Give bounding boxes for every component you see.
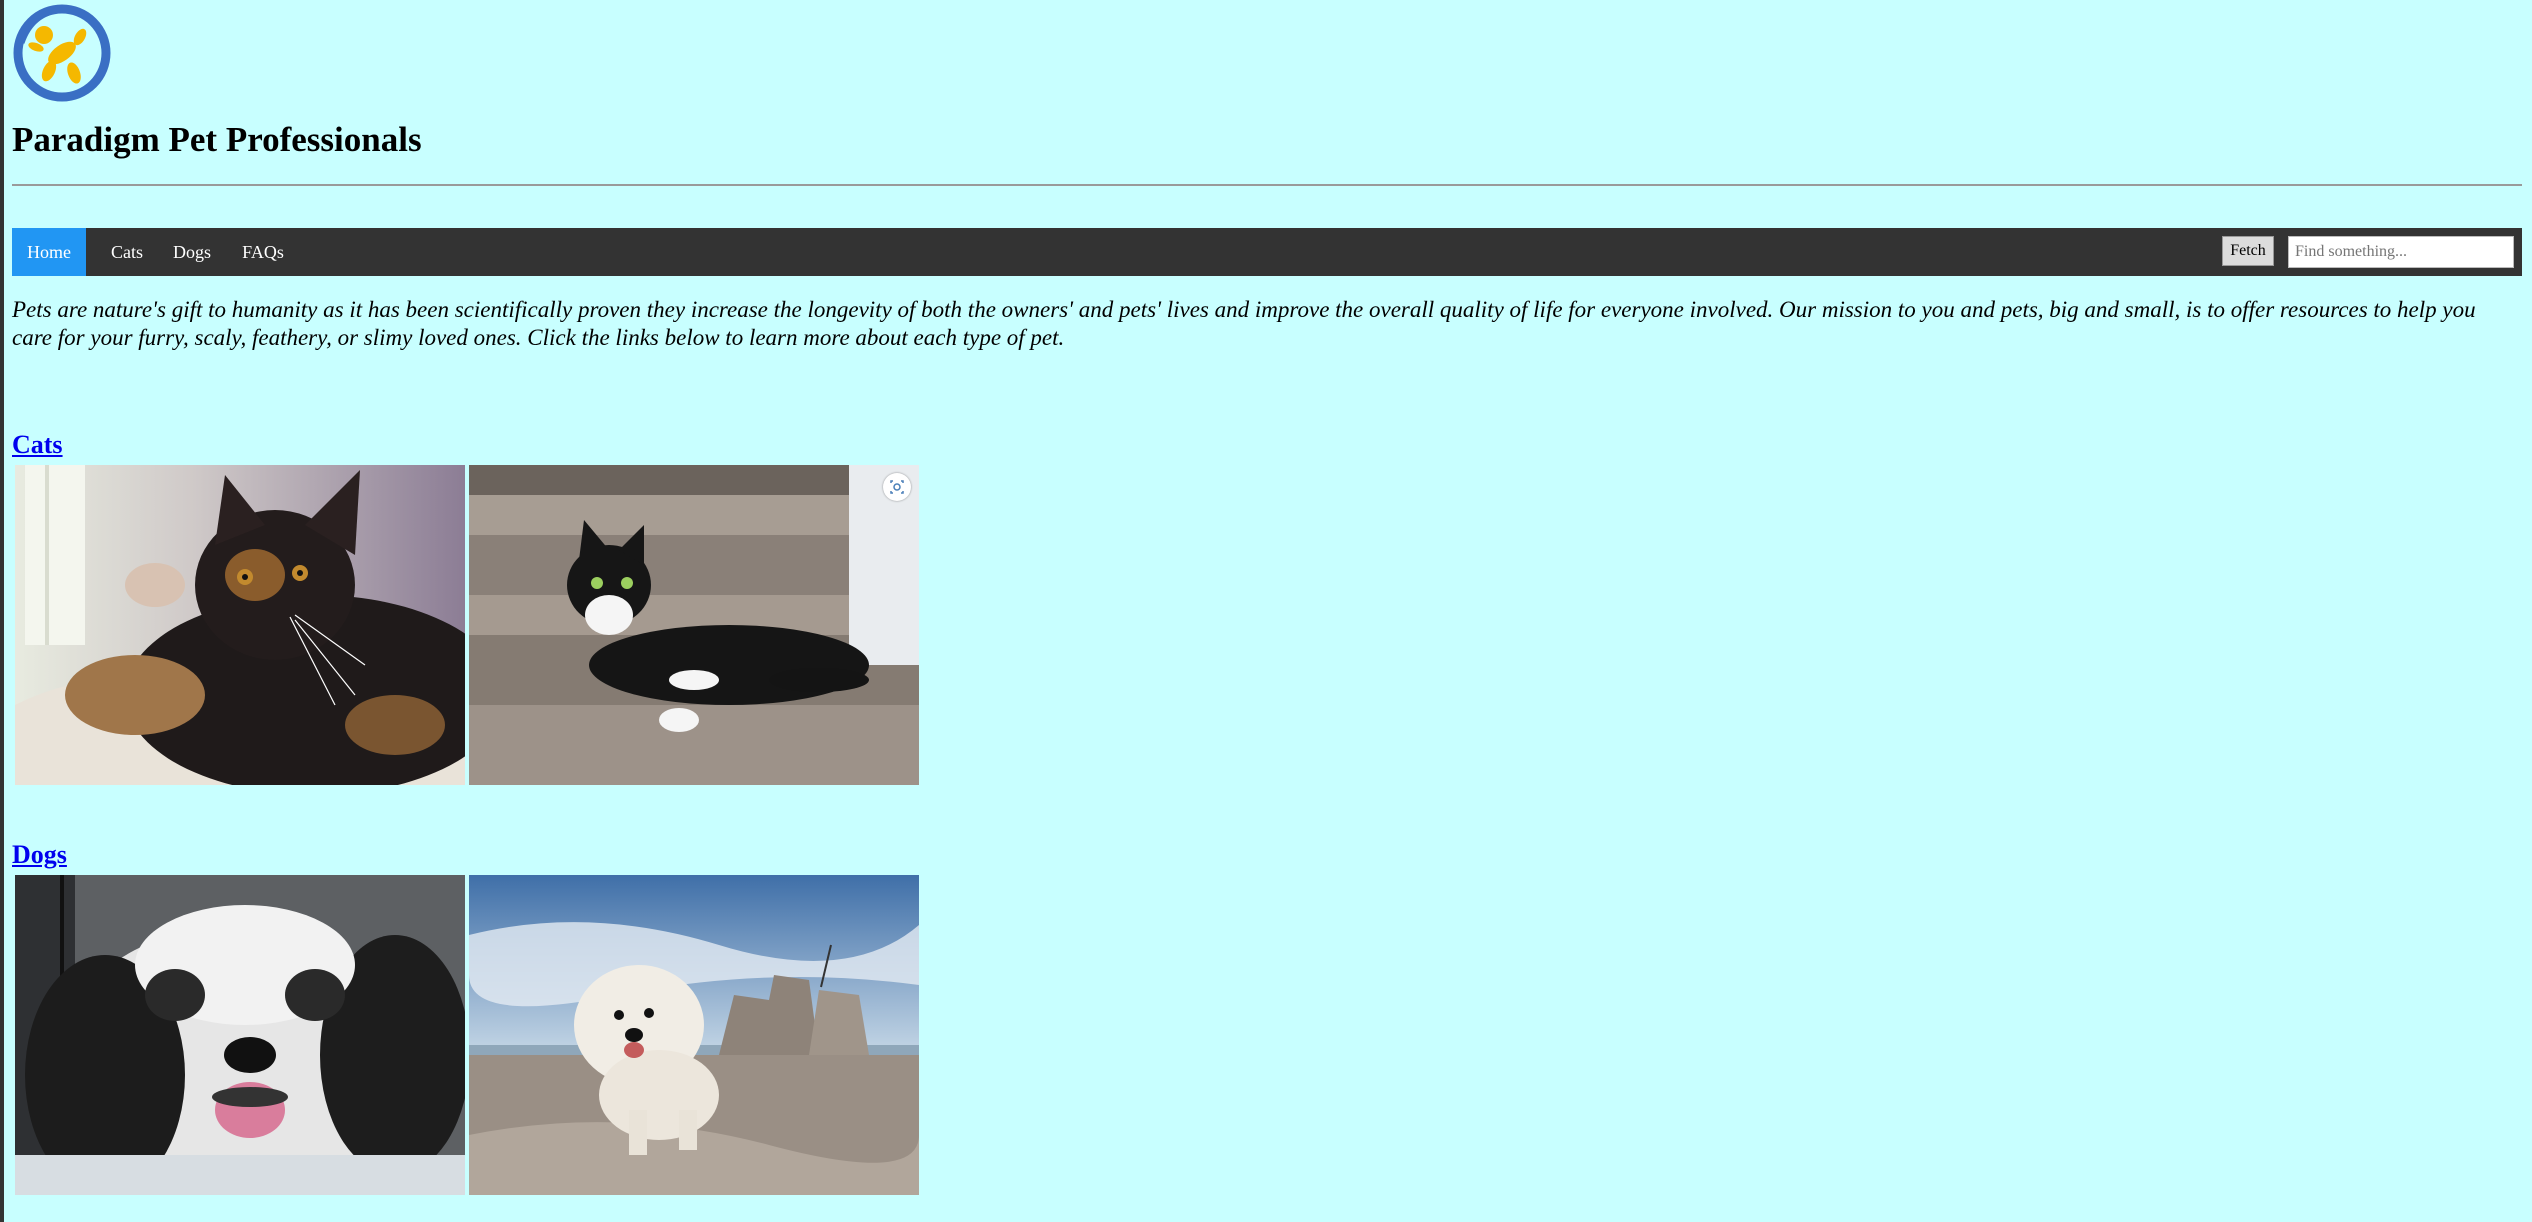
site-title: Paradigm Pet Professionals xyxy=(12,120,422,159)
dog-photo-shih-tzu[interactable] xyxy=(15,875,465,1195)
visual-search-icon[interactable] xyxy=(883,473,911,501)
balloon-dog-logo xyxy=(13,4,111,102)
nav-dogs[interactable]: Dogs xyxy=(162,228,222,276)
dog-photo-beach[interactable] xyxy=(469,875,919,1195)
fetch-button[interactable]: Fetch xyxy=(2222,236,2274,266)
dogs-section-link[interactable]: Dogs xyxy=(12,840,67,870)
nav-home[interactable]: Home xyxy=(12,228,86,276)
nav-faqs[interactable]: FAQs xyxy=(230,228,296,276)
top-navbar: Home Cats Dogs FAQs Fetch xyxy=(12,228,2522,276)
cat-photo-tortoiseshell[interactable] xyxy=(15,465,465,785)
header-divider xyxy=(12,184,2522,186)
nav-cats[interactable]: Cats xyxy=(98,228,156,276)
cat-photo-tuxedo-stairs[interactable] xyxy=(469,465,919,785)
search-input[interactable] xyxy=(2288,236,2514,268)
mission-statement: Pets are nature's gift to humanity as it… xyxy=(12,297,2476,350)
cats-section-link[interactable]: Cats xyxy=(12,430,63,460)
page-left-border xyxy=(0,0,4,1222)
